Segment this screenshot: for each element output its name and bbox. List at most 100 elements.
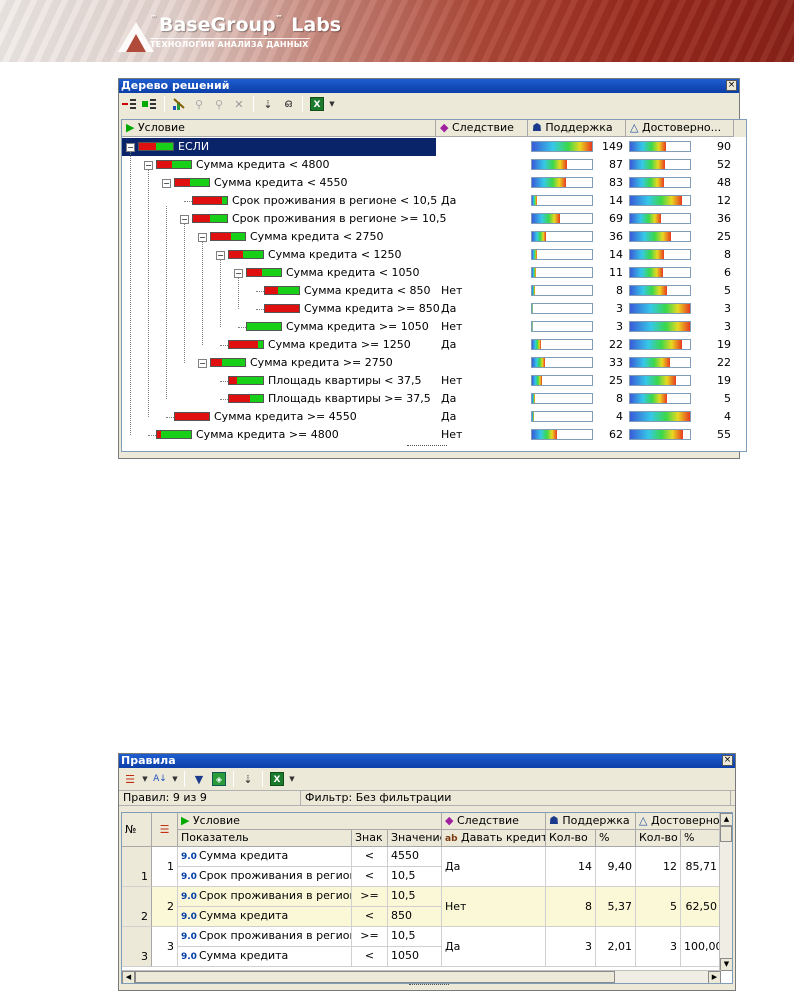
tree-node-condition[interactable]: Сумма кредита >= 4800 (122, 426, 436, 444)
tree-node-condition[interactable]: − Сумма кредита < 1250 (122, 246, 436, 264)
tree-node-condition[interactable]: Сумма кредита >= 850 (122, 300, 440, 318)
rules-resize-grip[interactable] (409, 984, 449, 988)
tree-node-row[interactable]: − Сумма кредита < 2750 36 25 (122, 228, 746, 246)
row-header[interactable]: 1 (122, 847, 152, 887)
tree-node-row[interactable]: Сумма кредита >= 850 Да 3 3 (122, 300, 746, 318)
column-header-consequence[interactable]: ◆ Следствие (436, 120, 528, 137)
tree-node-condition[interactable]: − Срок проживания в регионе >= 10,5 (122, 210, 446, 228)
expander-icon[interactable]: − (162, 179, 171, 188)
tree-node-row[interactable]: − Сумма кредита < 4800 87 52 (122, 156, 746, 174)
tree-node-row[interactable]: Сумма кредита < 850 Нет 8 5 (122, 282, 746, 300)
column-header-condition[interactable]: ▶ Условие (178, 813, 442, 830)
sort-icon[interactable]: A↓ (151, 770, 169, 788)
export-dropdown-icon[interactable]: ▼ (328, 95, 336, 113)
tree-node-condition[interactable]: Срок проживания в регионе < 10,5 (122, 192, 437, 210)
scroll-thumb[interactable] (135, 971, 615, 983)
expand-all-icon[interactable] (141, 95, 159, 113)
tree-node-row[interactable]: Срок проживания в регионе < 10,5 Да 14 12 (122, 192, 746, 210)
tree-node-row[interactable]: Сумма кредита >= 1050 Нет 3 3 (122, 318, 746, 336)
tree-node-row[interactable]: Сумма кредита >= 4800 Нет 62 55 (122, 426, 746, 444)
tree-node-row[interactable]: − Сумма кредита >= 2750 33 22 (122, 354, 746, 372)
column-header-value[interactable]: Значение (388, 830, 442, 847)
confidence-bar (629, 195, 691, 206)
tree-node-row[interactable]: − Сумма кредита < 4550 83 48 (122, 174, 746, 192)
delete-icon[interactable]: ✕ (230, 95, 248, 113)
tree-node-row[interactable]: Сумма кредита >= 4550 Да 4 4 (122, 408, 746, 426)
find-node-icon[interactable]: ⚲ (190, 95, 208, 113)
expander-icon[interactable]: − (198, 359, 207, 368)
rules-horizontal-scrollbar[interactable]: ◀ ▶ (122, 970, 721, 983)
column-header-sign[interactable]: Знак (352, 830, 388, 847)
tree-close-button[interactable]: × (726, 80, 737, 91)
tree-node-condition[interactable]: Площадь квартиры < 37,5 (122, 372, 436, 390)
tree-node-label: Сумма кредита >= 4550 (214, 410, 357, 423)
tree-node-row[interactable]: Площадь квартиры >= 37,5 Да 8 5 (122, 390, 746, 408)
tree-node-condition[interactable]: − ЕСЛИ (122, 138, 436, 156)
excel-export-icon[interactable]: X (268, 770, 286, 788)
column-header-no[interactable]: № (122, 813, 152, 847)
rules-vertical-scrollbar[interactable]: ▲ ▼ (719, 813, 732, 971)
column-header-support-count[interactable]: Кол-во (546, 830, 596, 847)
tree-node-condition[interactable]: − Сумма кредита >= 2750 (122, 354, 436, 372)
expander-icon[interactable]: − (144, 161, 153, 170)
scroll-left-icon[interactable]: ◀ (122, 971, 135, 983)
tree-node-row[interactable]: − Сумма кредита < 1250 14 8 (122, 246, 746, 264)
column-header-condition[interactable]: ▶ Условие (122, 120, 436, 137)
expander-icon[interactable]: − (234, 269, 243, 278)
select-pointer-icon[interactable]: ⇣ (259, 95, 277, 113)
tree-resize-grip[interactable] (407, 445, 447, 449)
row-header[interactable]: 3 (122, 927, 152, 967)
scroll-down-icon[interactable]: ▼ (720, 958, 732, 971)
tree-node-row[interactable]: − Срок проживания в регионе >= 10,5 69 36 (122, 210, 746, 228)
column-header-consequence[interactable]: ◆ Следствие (442, 813, 546, 830)
column-header-rule-id[interactable]: ☰ (152, 813, 178, 847)
column-header-confidence-count[interactable]: Кол-во (636, 830, 681, 847)
column-header-confidence[interactable]: △ Достоверно... (626, 120, 734, 137)
tree-node-condition[interactable]: Сумма кредита < 850 (122, 282, 436, 300)
tree-node-condition[interactable]: − Сумма кредита < 1050 (122, 264, 436, 282)
tree-node-row[interactable]: − Сумма кредита < 1050 11 6 (122, 264, 746, 282)
filter-icon[interactable]: ▼ (190, 770, 208, 788)
filter-apply-icon[interactable]: ◈ (210, 770, 228, 788)
tree-node-condition[interactable]: Сумма кредита >= 1050 (122, 318, 436, 336)
tree-node-condition[interactable]: Сумма кредита >= 1250 (122, 336, 436, 354)
sort-dropdown-icon[interactable]: ▼ (171, 770, 179, 788)
chart-edit-icon[interactable] (170, 95, 188, 113)
expander-icon[interactable]: − (216, 251, 225, 260)
excel-export-icon[interactable]: X (308, 95, 326, 113)
tree-node-condition[interactable]: Площадь квартиры >= 37,5 (122, 390, 436, 408)
collapse-all-icon[interactable] (121, 95, 139, 113)
column-header-support[interactable]: ☗ Поддержка (546, 813, 636, 830)
expander-icon[interactable]: − (180, 215, 189, 224)
rules-grid[interactable]: № ☰ ▶ Условие ◆ Следствие ☗ Поддержка △ … (121, 812, 733, 984)
export-dropdown-icon[interactable]: ▼ (288, 770, 296, 788)
select-pointer-icon[interactable]: ⇣ (239, 770, 257, 788)
tree-node-condition[interactable]: − Сумма кредита < 2750 (122, 228, 436, 246)
tree-node-condition[interactable]: − Сумма кредита < 4800 (122, 156, 436, 174)
column-header-indicator[interactable]: Показатель (178, 830, 352, 847)
bar-fill (630, 304, 690, 313)
tree-node-condition[interactable]: − Сумма кредита < 4550 (122, 174, 436, 192)
tree-node-row[interactable]: Площадь квартиры < 37,5 Нет 25 19 (122, 372, 746, 390)
expander-icon[interactable]: − (126, 143, 135, 152)
list-view-dropdown-icon[interactable]: ▼ (141, 770, 149, 788)
decision-tree-grid[interactable]: ▶ Условие ◆ Следствие ☗ Поддержка △ Дост… (121, 119, 747, 452)
tree-node-condition[interactable]: Сумма кредита >= 4550 (122, 408, 436, 426)
rules-close-button[interactable]: × (722, 755, 733, 766)
row-header[interactable]: 2 (122, 887, 152, 927)
column-header-confidence[interactable]: △ Достоверно (636, 813, 721, 830)
scroll-right-icon[interactable]: ▶ (708, 971, 721, 983)
tree-node-row[interactable]: Сумма кредита >= 1250 Да 22 19 (122, 336, 746, 354)
find-next-icon[interactable]: ⚲ (210, 95, 228, 113)
scroll-up-icon[interactable]: ▲ (720, 813, 732, 826)
column-header-support-percent[interactable]: % (596, 830, 636, 847)
binoculars-icon[interactable]: ഒ (279, 95, 297, 113)
list-view-icon[interactable]: ☰ (121, 770, 139, 788)
column-header-support[interactable]: ☗ Поддержка (528, 120, 626, 137)
expander-icon[interactable]: − (198, 233, 207, 242)
tree-node-row[interactable]: − ЕСЛИ 149 90 (122, 138, 746, 156)
scroll-thumb[interactable] (720, 826, 732, 842)
condition-indicator: 9.0 Сумма кредита (178, 907, 352, 927)
column-header-give-credit[interactable]: ab Давать кредит (442, 830, 546, 847)
column-header-confidence-percent[interactable]: % (681, 830, 721, 847)
